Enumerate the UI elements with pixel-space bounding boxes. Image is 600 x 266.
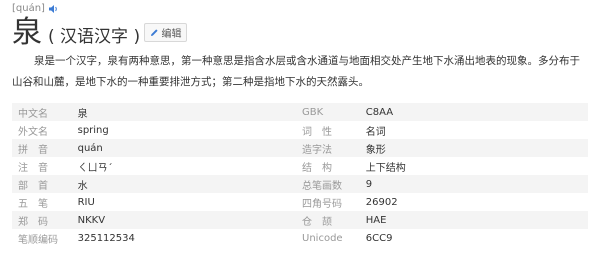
info-label: GBK xyxy=(300,103,366,121)
info-label: 词 性 xyxy=(300,121,366,139)
info-value: 9 xyxy=(365,175,588,193)
info-value: ㄑㄩㄢˊ xyxy=(77,157,301,175)
edit-button[interactable]: 编辑 xyxy=(144,23,187,42)
info-label: Unicode xyxy=(300,229,366,247)
speaker-icon[interactable] xyxy=(48,4,59,14)
info-label: 注 音 xyxy=(12,157,78,175)
info-value: 325112534 xyxy=(77,229,301,247)
info-label: 部 首 xyxy=(12,175,78,193)
table-row: 注 音ㄑㄩㄢˊ 结 构上下结构 xyxy=(12,157,588,175)
info-label: 五 笔 xyxy=(12,193,78,211)
table-row: 中文名泉 GBK C8AA xyxy=(12,103,588,121)
info-label: 仓 颉 xyxy=(300,211,366,229)
info-label: 总笔画数 xyxy=(300,175,366,193)
info-value: RIU xyxy=(77,193,301,211)
table-row: 外文名 spring 词 性名词 xyxy=(12,121,588,139)
info-label: 郑 码 xyxy=(12,211,78,229)
info-value: 泉 xyxy=(77,103,301,121)
info-value: HAE xyxy=(365,211,588,229)
table-row: 笔顺编码 325112534 Unicode 6CC9 xyxy=(12,229,588,247)
info-label: 结 构 xyxy=(300,157,366,175)
table-row: 拼 音 quán 造字法 象形 xyxy=(12,139,588,157)
info-value: spring xyxy=(77,121,301,139)
pencil-icon xyxy=(150,29,158,36)
pinyin-text: [quán] xyxy=(12,3,45,14)
info-value: 6CC9 xyxy=(365,229,588,247)
info-value: 象形 xyxy=(365,139,588,157)
info-value: quán xyxy=(77,139,301,157)
info-value: 水 xyxy=(77,175,301,193)
page-title: 泉 xyxy=(12,15,42,50)
info-value: 上下结构 xyxy=(365,157,588,175)
pinyin-row: [quán] xyxy=(12,3,59,14)
char-type-label: ( 汉语汉字 ) xyxy=(48,27,141,47)
info-label: 笔顺编码 xyxy=(12,229,78,247)
info-label: 造字法 xyxy=(300,139,366,157)
info-value: NKKV xyxy=(77,211,301,229)
table-row: 部 首水总笔画数 9 xyxy=(12,175,588,193)
info-label: 拼 音 xyxy=(12,139,78,157)
info-label: 四角号码 xyxy=(300,193,366,211)
info-value: 名词 xyxy=(365,121,588,139)
table-row: 郑 码 NKKV 仓 颉 HAE xyxy=(12,211,588,229)
info-label: 外文名 xyxy=(12,121,78,139)
info-value: 26902 xyxy=(365,193,588,211)
basic-info-table: 中文名泉 GBK C8AA 外文名 spring 词 性名词拼 音 quán 造字法 象形注 音… xyxy=(12,103,588,247)
baike-entry: [quán] 泉 ( 汉语汉字 ) 编辑 泉是一个汉字，泉有两种意思，第一种意思… xyxy=(0,0,600,266)
table-row: 五 笔 RIU 四角号码 26902 xyxy=(12,193,588,211)
title-row: 泉 ( 汉语汉字 ) xyxy=(12,16,140,50)
info-value: C8AA xyxy=(365,103,588,121)
description-paragraph: 泉是一个汉字，泉有两种意思，第一种意思是指含水层或含水通道与地面相交处产生地下水… xyxy=(12,55,580,88)
edit-button-label: 编辑 xyxy=(161,29,182,40)
info-label: 中文名 xyxy=(12,103,78,121)
